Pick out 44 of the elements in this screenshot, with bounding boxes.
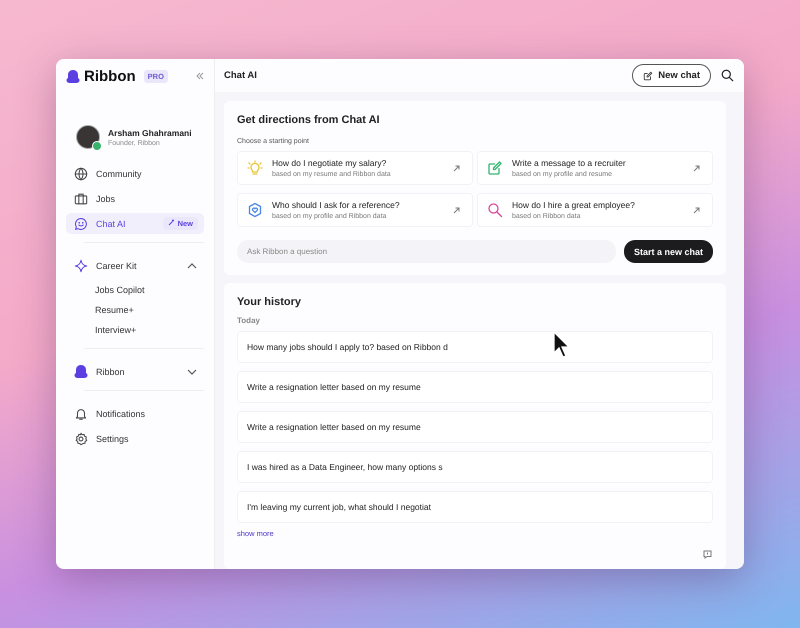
nav-subitem[interactable]: Interview+: [66, 320, 204, 340]
suggestion-title: How do I negotiate my salary?: [272, 158, 388, 168]
history-item[interactable]: I was hired as a Data Engineer, how many options s: [237, 451, 713, 483]
settings-icon: [74, 432, 88, 446]
wand-icon: [168, 219, 176, 226]
briefcase-icon: [74, 192, 88, 206]
collapse-icon[interactable]: [196, 72, 204, 80]
brand-name: Ribbon: [84, 68, 136, 84]
new-chat-button[interactable]: New chat: [632, 64, 711, 87]
date-group-label: Today: [237, 316, 261, 325]
arrow-up-right-icon: [453, 164, 460, 172]
suggestion-title: Who should I ask for a reference?: [272, 200, 401, 210]
nav-item[interactable]: Notifications: [66, 403, 204, 424]
arrow-up-right-icon: [693, 206, 700, 214]
edit-icon: [643, 70, 654, 80]
section-title: Get directions from Chat AI: [237, 114, 381, 126]
nav-item[interactable]: Jobs: [66, 188, 204, 209]
sparkle-icon: [74, 258, 88, 272]
page-title: Chat AI: [224, 70, 258, 81]
nav-item[interactable]: Community: [66, 163, 204, 184]
user-name: Arsham Ghahramani: [108, 128, 192, 138]
question-field[interactable]: Ask Ribbon a question: [237, 240, 616, 263]
arrow-up-right-icon: [453, 206, 460, 214]
history-item[interactable]: Write a resignation letter based on my resume: [237, 371, 713, 403]
suggestion-title: How do I hire a great employee?: [512, 200, 636, 210]
feedback-icon[interactable]: [703, 550, 712, 559]
nav-group[interactable]: Ribbon: [66, 361, 204, 382]
nav-subitem[interactable]: Resume+: [66, 300, 204, 320]
arrow-up-right-icon: [693, 164, 700, 172]
globe-icon: [74, 166, 88, 180]
nav-item[interactable]: Settings: [66, 428, 204, 449]
chat-icon: [74, 216, 88, 230]
nav-subitem[interactable]: Jobs Copilot: [66, 280, 204, 300]
start-chat-button[interactable]: Start a new chat: [624, 240, 713, 263]
section-title: Your history: [237, 296, 302, 308]
nav-group[interactable]: Career Kit: [66, 255, 204, 276]
history-item[interactable]: I'm leaving my current job, what should I negotiat: [237, 491, 713, 523]
history-item[interactable]: Write a resignation letter based on my resume: [237, 411, 713, 443]
bell-icon: [74, 406, 88, 420]
ribbon-logo-icon: [66, 68, 80, 84]
search-icon[interactable]: [721, 69, 734, 82]
ribbon-logo-icon: [74, 364, 88, 379]
suggestion-title: Write a message to a recruiter: [512, 158, 627, 168]
history-item[interactable]: How many jobs should I apply to? based on Ribbon d: [237, 331, 713, 363]
